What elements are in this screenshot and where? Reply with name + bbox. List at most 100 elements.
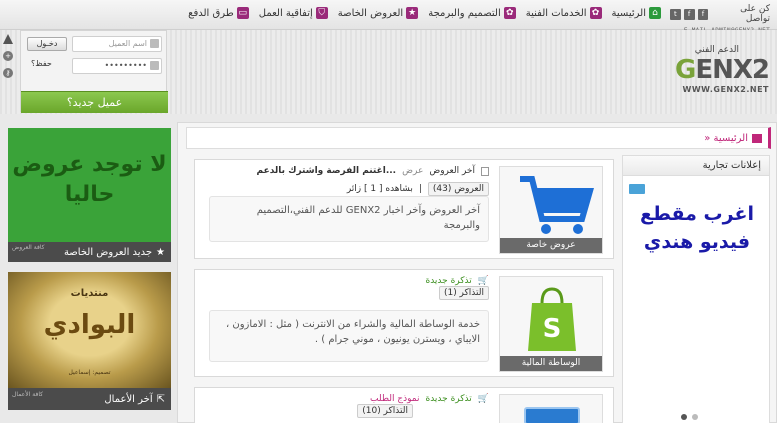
ad-info-icon[interactable]	[629, 184, 645, 194]
cart-icon: 🛒	[477, 394, 489, 404]
nav-services[interactable]: ✿ الخدمات الفنية	[526, 7, 602, 19]
svg-text:S: S	[543, 314, 562, 344]
offers-box[interactable]: لا توجد عروض حاليا ★ جديد العروض الخاصة …	[8, 128, 171, 262]
home-icon	[752, 133, 762, 143]
cart-icon	[520, 176, 594, 234]
card-link[interactable]: اغتنم الفرصة واشترك بالدعم...	[257, 166, 397, 176]
social-label: كن على تواصل	[740, 4, 770, 24]
ads-title: إعلانات تجارية	[623, 156, 769, 176]
register-button[interactable]: عميل جديد؟	[21, 91, 168, 113]
username-input[interactable]: اسم العميل	[72, 36, 162, 52]
card-section: آخر العروض	[429, 166, 475, 176]
card-description: آخر العروض وآخر اخبار GENX2 للدعم الفني،…	[209, 196, 489, 242]
password-value: •••••••••	[104, 61, 147, 70]
works-footer-label: آخر الأعمال	[104, 393, 153, 405]
card-icon: ▭	[236, 7, 249, 19]
card-section[interactable]: تذكرة جديدة	[425, 276, 471, 286]
nav-design[interactable]: ✿ التصميم والبرمجة	[428, 7, 516, 19]
works-box[interactable]: منتديات البوادي تصميم: إسماعيل ⇱ آخر الأ…	[8, 272, 171, 410]
ad-pager	[681, 414, 698, 420]
card-header: آخر العروض عرض اغتنم الفرصة واشترك بالدع…	[257, 166, 489, 176]
lock-icon	[150, 61, 159, 70]
shield-icon: ⛉	[315, 7, 328, 19]
nav-label: التصميم والبرمجة	[428, 7, 501, 19]
card-thumb[interactable]: S الوساطة المالية	[499, 276, 603, 372]
home-icon: ⌂	[649, 7, 661, 19]
site-logo[interactable]: الدعم الفني GENX2 WWW.GENX2.NET	[669, 45, 770, 100]
shopping-bag-icon: S	[528, 287, 576, 351]
works-image: منتديات البوادي تصميم: إسماعيل	[8, 272, 171, 388]
gear-icon: ✿	[503, 7, 516, 19]
card-brokerage: S الوساطة المالية 🛒 تذكرة جديدة التذاكر …	[194, 269, 614, 377]
card-header: 🛒 تذكرة جديدة	[425, 276, 489, 286]
nav-label: العروض الخاصة	[337, 7, 404, 19]
card-thumb[interactable]	[499, 394, 603, 423]
nav-home[interactable]: ⌂ الرئيسية	[612, 7, 661, 19]
facebook-icon[interactable]: f	[697, 8, 709, 20]
logo-mark: GENX2	[674, 55, 770, 85]
remember-label: حفظ؟	[31, 59, 52, 68]
card-meta: التذاكر (1)	[438, 286, 489, 300]
logo-url: WWW.GENX2.NET	[682, 85, 769, 94]
facebook-icon[interactable]: f	[683, 8, 695, 20]
card-thumb-caption: عروض خاصة	[500, 238, 602, 253]
card-meta: التذاكر (10)	[357, 404, 413, 418]
main-nav: ⌂ الرئيسية ✿ الخدمات الفنية ✿ التصميم وا…	[188, 7, 661, 19]
plus-icon[interactable]: +	[3, 51, 13, 61]
ad-banner[interactable]: اغرب مقطع فيديو هندي	[629, 184, 765, 423]
all-works-link[interactable]: كافة الأعمال	[12, 391, 43, 399]
external-link-icon: ⇱	[156, 393, 165, 405]
user-icon	[150, 39, 159, 48]
card-description: خدمة الوساطة المالية والشراء من الانترنت…	[209, 310, 489, 362]
ad-line-2: فيديو هندي	[643, 231, 751, 253]
main-content: » الرئيسية إعلانات تجارية اغرب مقطع فيدي…	[177, 122, 777, 423]
form-link[interactable]: نموذج الطلب	[370, 394, 419, 404]
card-thumb[interactable]: عروض خاصة	[499, 166, 603, 254]
device-icon	[524, 407, 580, 423]
warning-icon[interactable]	[3, 34, 13, 44]
offers-count[interactable]: العروض (43)	[427, 182, 489, 196]
offers-footer[interactable]: ★ جديد العروض الخاصة كافة العروض	[8, 242, 171, 262]
username-placeholder: اسم العميل	[108, 39, 147, 48]
nav-agreement[interactable]: ⛉ إتفاقية العمل	[259, 7, 328, 19]
login-box: اسم العميل ••••••••• دخـول حفظ؟ عميل جدي…	[20, 30, 168, 113]
card-type: عرض	[402, 166, 424, 176]
nav-label: الخدمات الفنية	[525, 7, 587, 19]
doc-icon	[481, 166, 489, 176]
side-icons: + ⚷	[3, 34, 15, 85]
all-offers-link[interactable]: كافة العروض	[12, 244, 45, 252]
nav-label: الرئيسية	[611, 7, 646, 19]
breadcrumb: » الرئيسية	[186, 127, 771, 149]
remember-checkbox[interactable]: حفظ؟	[31, 59, 52, 68]
offers-footer-label: جديد العروض الخاصة	[63, 246, 153, 258]
cart-icon: 🛒	[477, 276, 489, 286]
ad-dot[interactable]	[681, 414, 687, 420]
password-input[interactable]: •••••••••	[72, 58, 162, 74]
viewers-count: بشاهده [ 1 ] زائر	[346, 184, 413, 194]
tickets-count[interactable]: التذاكر (1)	[438, 286, 489, 300]
star-icon: ★	[406, 7, 419, 19]
card-section[interactable]: تذكرة جديدة	[425, 394, 471, 404]
card-meta: العروض (43) | بشاهده [ 1 ] زائر	[347, 182, 489, 196]
nav-offers[interactable]: ★ العروض الخاصة	[337, 7, 419, 19]
tickets-count[interactable]: التذاكر (10)	[357, 404, 413, 418]
logo-arabic: الدعم الفني	[694, 45, 739, 55]
works-title: منتديات	[70, 288, 109, 299]
works-credit: تصميم: إسماعيل	[68, 369, 111, 376]
ad-dot[interactable]	[692, 414, 698, 420]
card-header: 🛒 تذكرة جديدة نموذج الطلب	[370, 394, 489, 404]
gear-icon: ✿	[589, 7, 602, 19]
login-button[interactable]: دخـول	[27, 37, 67, 51]
star-icon: ★	[156, 246, 165, 258]
twitter-icon[interactable]: t	[669, 8, 681, 20]
top-bar: ⌂ الرئيسية ✿ الخدمات الفنية ✿ التصميم وا…	[0, 0, 777, 34]
nav-payment[interactable]: ▭ طرق الدفع	[188, 7, 249, 19]
card-third: 🛒 تذكرة جديدة نموذج الطلب التذاكر (10)	[194, 387, 614, 423]
offers-empty-text: لا توجد عروض حاليا	[12, 152, 167, 207]
works-calligraphy: البوادي	[43, 310, 136, 340]
works-footer[interactable]: ⇱ آخر الأعمال كافة الأعمال	[8, 388, 171, 410]
nav-label: طرق الدفع	[188, 7, 234, 19]
key-icon[interactable]: ⚷	[3, 68, 13, 78]
card-thumb-caption: الوساطة المالية	[500, 356, 602, 371]
breadcrumb-home[interactable]: » الرئيسية	[704, 133, 748, 144]
